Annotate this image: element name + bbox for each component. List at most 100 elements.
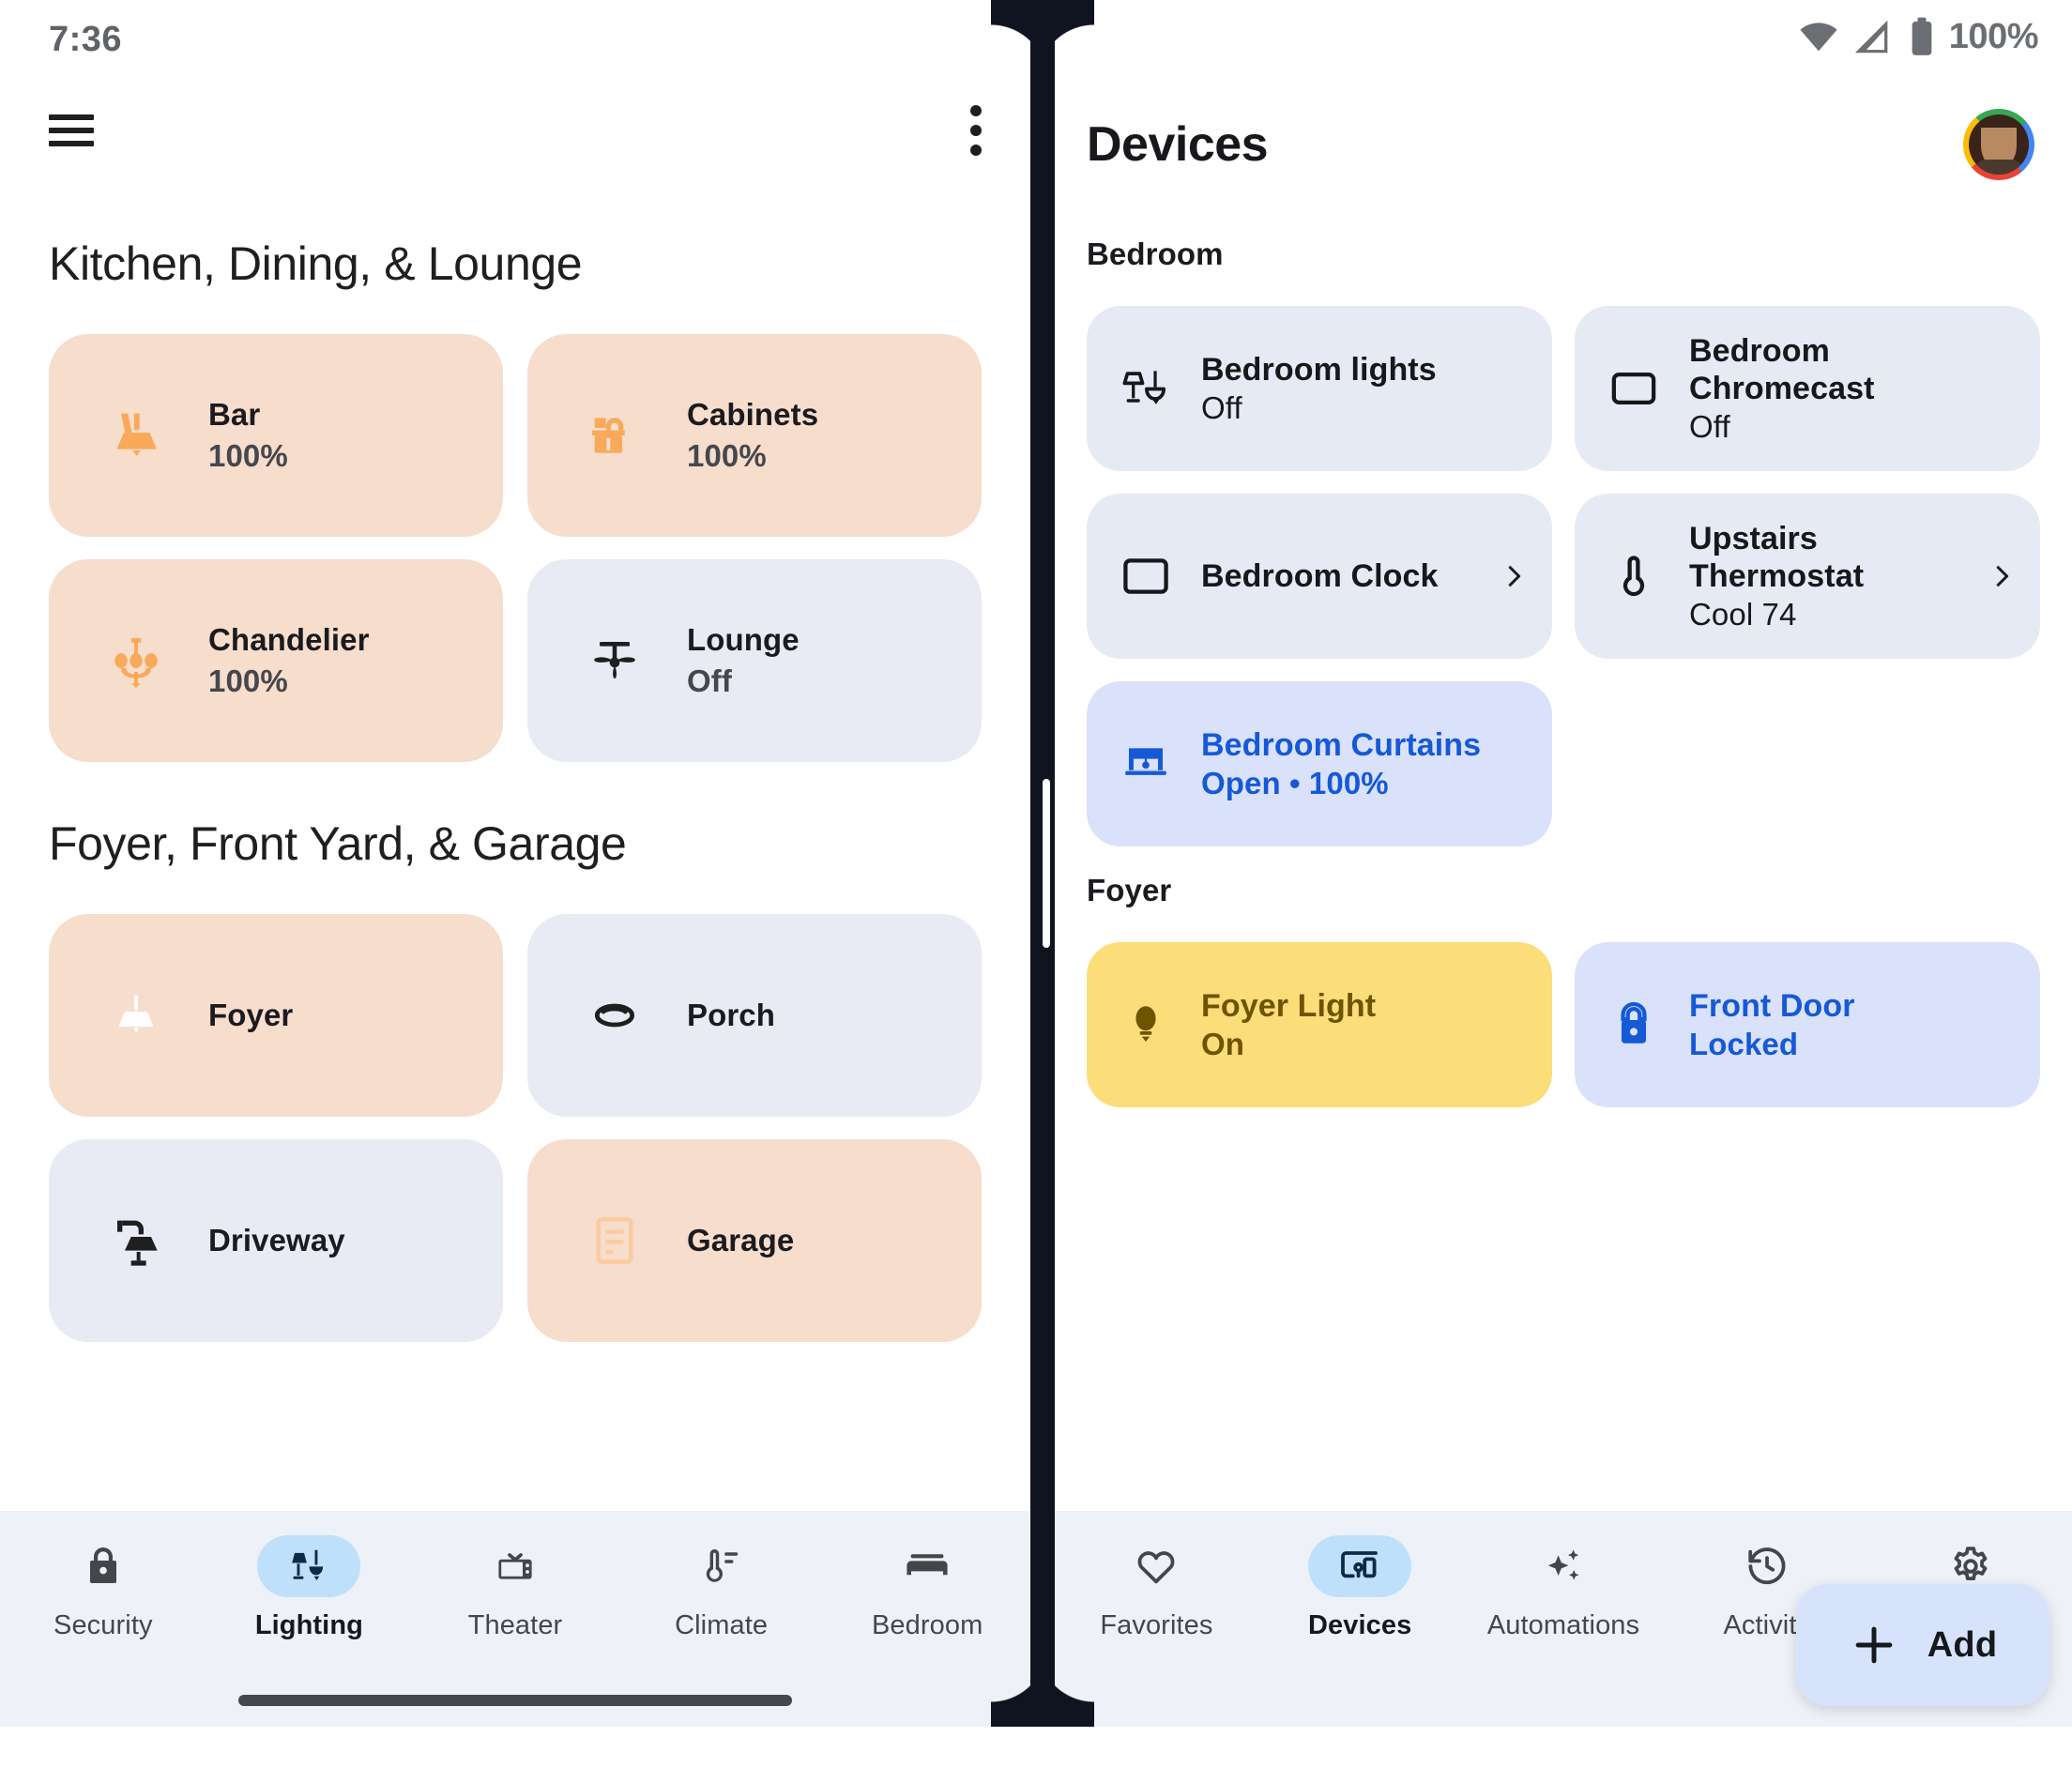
section-title-kitchen: Kitchen, Dining, & Lounge: [49, 237, 583, 290]
nav-label: Bedroom: [871, 1610, 983, 1640]
tile-foyer[interactable]: Foyer: [49, 914, 503, 1117]
tile-state: 100%: [208, 438, 288, 473]
tile-porch[interactable]: Porch: [527, 914, 982, 1117]
divider-flare-bottom: [991, 1646, 1094, 1727]
lock-icon: [1607, 999, 1661, 1050]
scroll-indicator[interactable]: [1043, 779, 1050, 948]
right-app-bar: Devices: [1055, 79, 2072, 210]
nav-item-lighting[interactable]: Lighting: [206, 1535, 413, 1641]
outdoor-lamp-icon: [101, 1211, 171, 1271]
hamburger-menu-icon[interactable]: [49, 114, 94, 146]
gesture-bar[interactable]: [238, 1695, 792, 1706]
tile-chandelier[interactable]: Chandelier 100%: [49, 559, 503, 762]
tile-driveway[interactable]: Driveway: [49, 1139, 503, 1342]
more-vert-icon[interactable]: [970, 105, 982, 156]
history-icon: [1715, 1535, 1819, 1597]
section-title-bedroom: Bedroom: [1087, 236, 1224, 271]
nav-label: Favorites: [1100, 1610, 1213, 1640]
left-phone-panel: 7:36 Kitchen, Dining, & Lounge Bar 100% …: [0, 0, 1030, 1727]
device-grid-bedroom: Bedroom lights Off Bedroom Chromecast Of…: [1087, 306, 2040, 846]
nav-item-favorites[interactable]: Favorites: [1055, 1535, 1258, 1641]
device-state: Cool 74: [1689, 597, 1797, 632]
thermostat-icon: [1607, 551, 1661, 602]
pendant-light-icon: [101, 985, 171, 1045]
add-button[interactable]: Add: [1796, 1584, 2049, 1706]
left-status-bar: 7:36: [0, 0, 1030, 79]
left-app-bar: [0, 79, 1030, 182]
tv-icon: [464, 1535, 567, 1597]
nav-item-bedroom[interactable]: Bedroom: [824, 1535, 1030, 1641]
status-clock: 7:36: [49, 19, 123, 59]
right-status-bar: 100%: [1055, 0, 2072, 79]
nav-item-automations[interactable]: Automations: [1462, 1535, 1666, 1641]
tile-lounge[interactable]: Lounge Off: [527, 559, 982, 762]
tile-label: Garage: [687, 1223, 795, 1257]
tile-grid-foyer: Foyer Porch Driveway Garage: [49, 914, 982, 1342]
page-title: Devices: [1087, 117, 1269, 172]
avatar[interactable]: [1963, 109, 2034, 180]
tile-label: Driveway: [208, 1223, 345, 1257]
device-card-bedroom-curtains[interactable]: Bedroom Curtains Open • 100%: [1087, 681, 1552, 846]
cabinet-light-icon: [580, 405, 649, 465]
right-phone-panel: 100% Devices Bedroom Bedroom lights Off …: [1055, 0, 2072, 1727]
plus-icon: [1855, 1626, 1893, 1664]
left-content: Kitchen, Dining, & Lounge Bar 100% Cabin…: [0, 236, 1030, 1342]
curtains-icon: [1119, 739, 1173, 789]
flush-mount-light-icon: [580, 985, 649, 1045]
heart-icon: [1105, 1535, 1208, 1597]
tile-grid-kitchen: Bar 100% Cabinets 100% Chandelier 100% L…: [49, 334, 982, 762]
device-card-bedroom-clock[interactable]: Bedroom Clock: [1087, 494, 1552, 659]
nav-item-security[interactable]: Security: [0, 1535, 206, 1641]
section-title-foyer: Foyer, Front Yard, & Garage: [49, 817, 627, 870]
device-state: On: [1201, 1027, 1245, 1062]
section-title-foyer: Foyer: [1087, 873, 1172, 907]
tile-garage[interactable]: Garage: [527, 1139, 982, 1342]
status-indicators: 100%: [1797, 15, 2039, 58]
device-card-upstairs-thermostat[interactable]: Upstairs Thermostat Cool 74: [1575, 494, 2040, 659]
bed-icon: [876, 1535, 979, 1597]
nav-label: Theater: [467, 1610, 563, 1640]
lamps-icon: [1119, 362, 1173, 415]
dual-pane-screenshot: 7:36 Kitchen, Dining, & Lounge Bar 100% …: [0, 0, 2072, 1783]
thermostat-icon: [670, 1535, 773, 1597]
tile-state: 100%: [208, 663, 288, 698]
device-name: Bedroom lights: [1201, 351, 1437, 388]
bulb-icon: [1119, 999, 1173, 1050]
tile-label: Chandelier: [208, 622, 370, 657]
add-button-label: Add: [1927, 1624, 1998, 1665]
sparkle-icon: [1512, 1535, 1615, 1597]
devices-icon: [1308, 1535, 1412, 1597]
tile-cabinets[interactable]: Cabinets 100%: [527, 334, 982, 537]
lamps-icon: [257, 1535, 361, 1597]
tile-bar[interactable]: Bar 100%: [49, 334, 503, 537]
tile-label: Porch: [687, 998, 776, 1032]
chevron-right-icon: [1988, 562, 2016, 590]
device-state: Off: [1689, 409, 1730, 445]
tile-label: Lounge: [687, 622, 800, 657]
divider-flare-top: [991, 0, 1094, 81]
device-card-front-door[interactable]: Front Door Locked: [1575, 942, 2040, 1107]
right-content: Bedroom Bedroom lights Off Bedroom Chrom…: [1055, 236, 2072, 1107]
nav-label: Climate: [675, 1610, 769, 1640]
garage-icon: [580, 1211, 649, 1271]
device-name: Bedroom Clock: [1201, 557, 1439, 594]
device-name: Front Door: [1689, 987, 1855, 1024]
device-card-bedroom-chromecast[interactable]: Bedroom Chromecast Off: [1575, 306, 2040, 471]
device-name: Upstairs Thermostat: [1689, 520, 1865, 594]
tile-label: Foyer: [208, 998, 294, 1032]
device-state: Locked: [1689, 1027, 1799, 1062]
tile-state: Off: [687, 663, 732, 698]
nav-item-climate[interactable]: Climate: [618, 1535, 825, 1641]
ceiling-fan-icon: [580, 631, 649, 691]
tile-state: 100%: [687, 438, 767, 473]
nav-item-devices[interactable]: Devices: [1258, 1535, 1462, 1641]
device-name: Foyer Light: [1201, 987, 1377, 1024]
device-card-bedroom-lights[interactable]: Bedroom lights Off: [1087, 306, 1552, 471]
nav-item-theater[interactable]: Theater: [412, 1535, 618, 1641]
tile-label: Cabinets: [687, 397, 819, 432]
device-grid-foyer: Foyer Light On Front Door Locked: [1087, 942, 2040, 1107]
nav-label: Lighting: [254, 1610, 363, 1640]
nav-label: Automations: [1486, 1610, 1640, 1640]
chandelier-icon: [101, 631, 171, 691]
device-card-foyer-light[interactable]: Foyer Light On: [1087, 942, 1552, 1107]
